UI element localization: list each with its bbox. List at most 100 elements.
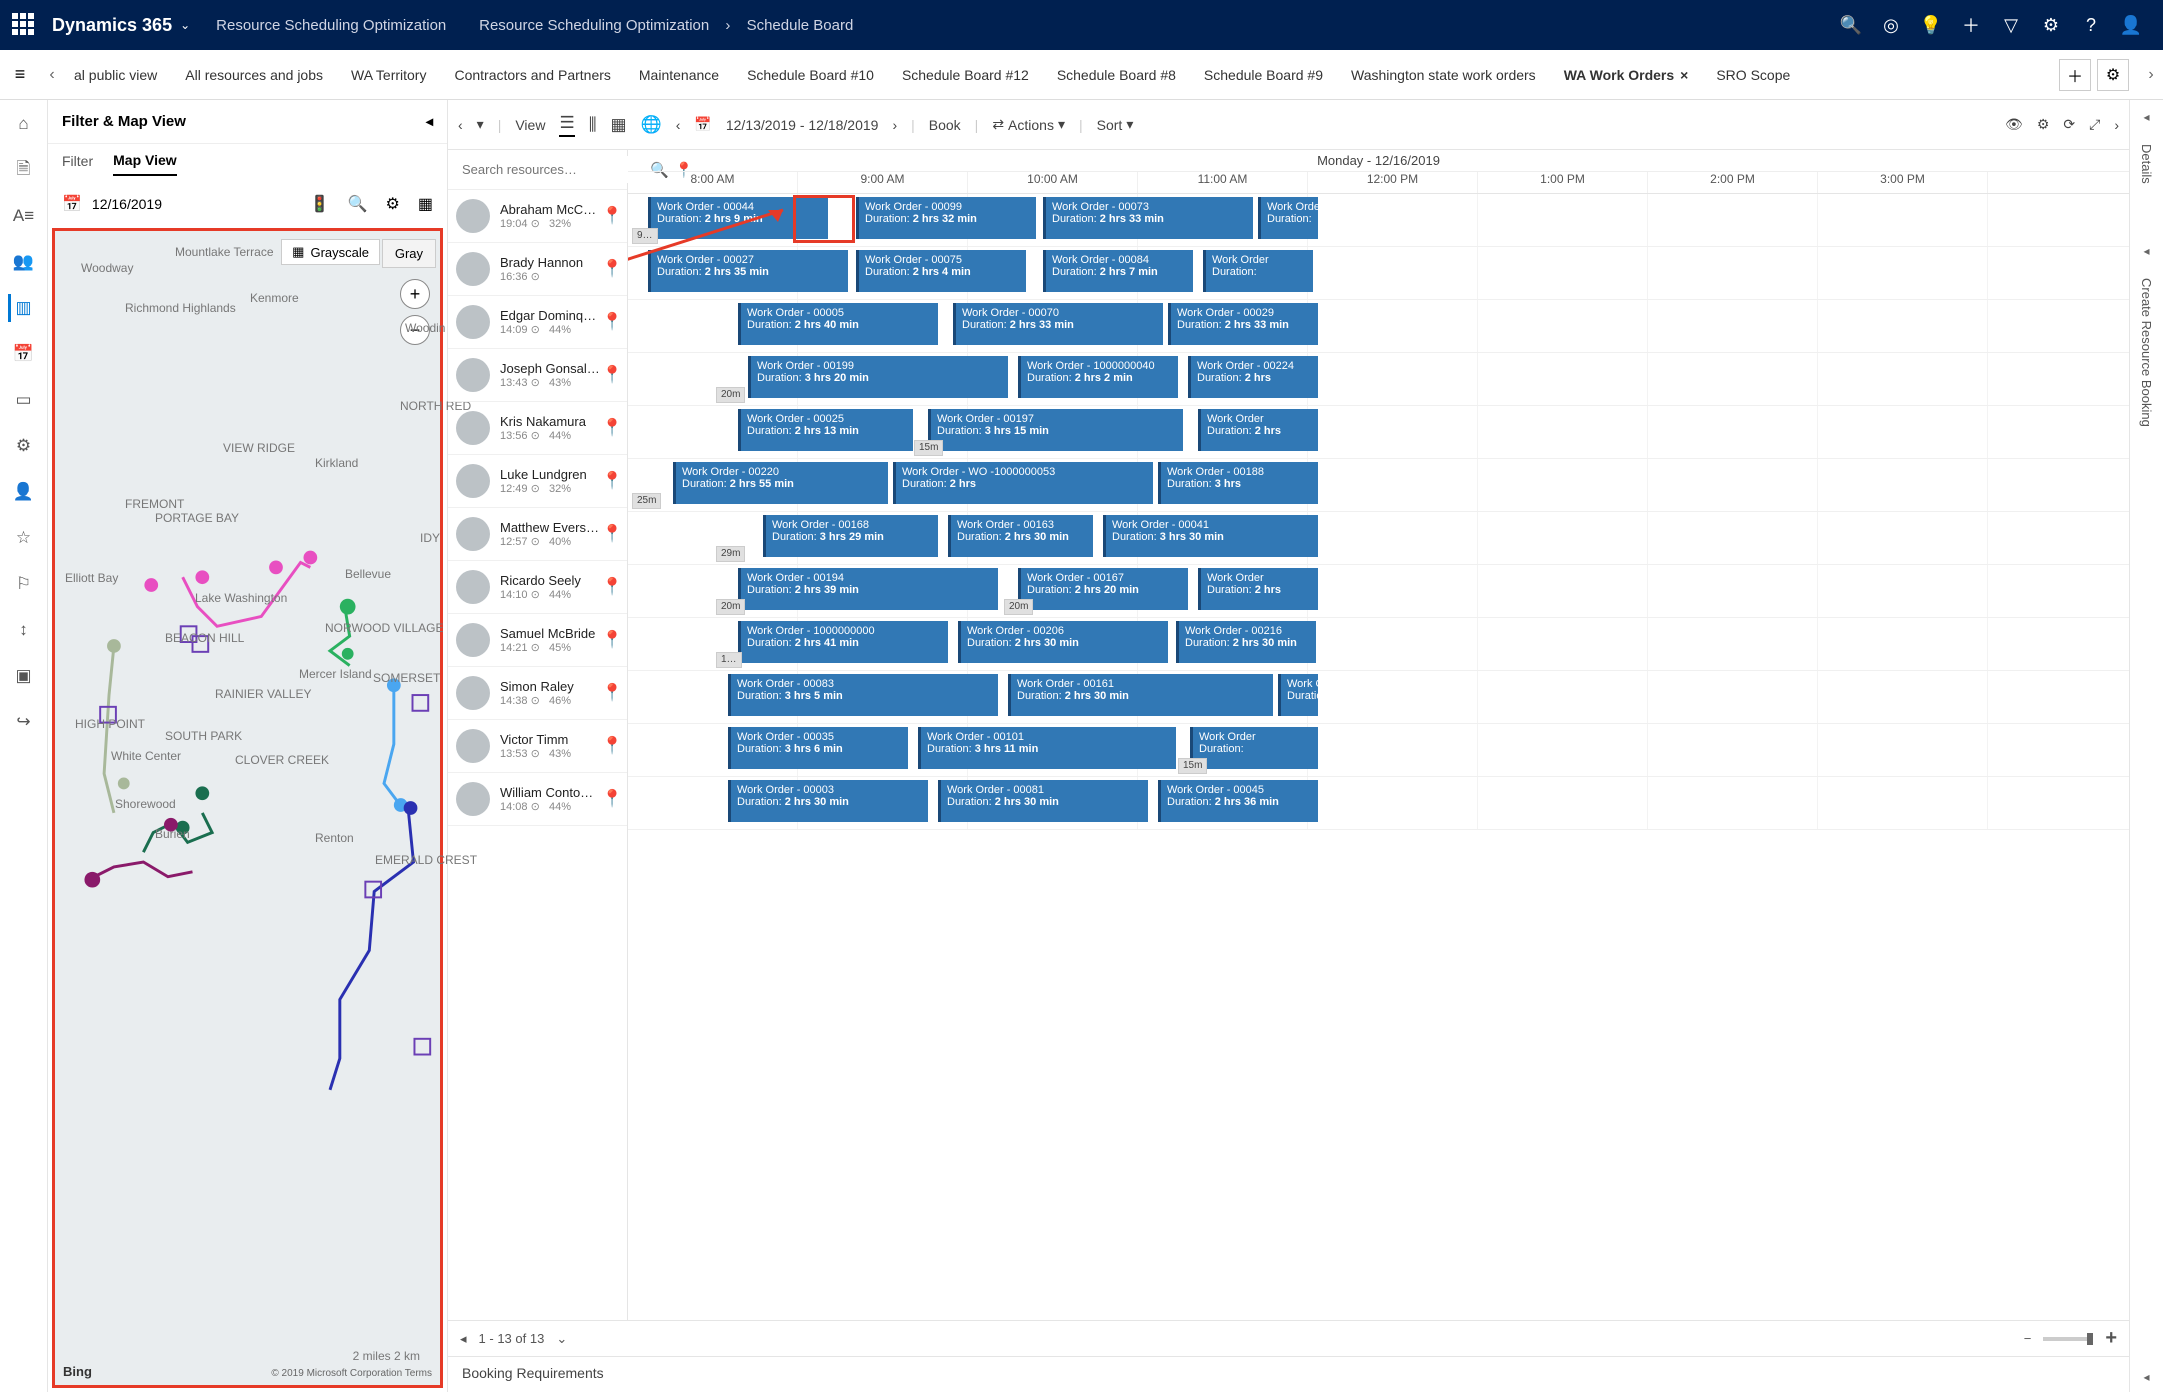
booking-block[interactable]: Work Order - 00041Duration: 3 hrs 30 min bbox=[1103, 515, 1318, 557]
view-grid-icon[interactable]: ▦ bbox=[611, 115, 627, 135]
booking-block[interactable]: Work Order - 00216Duration: 2 hrs 30 min bbox=[1176, 621, 1316, 663]
booking-block[interactable]: Work Order - 00168Duration: 3 hrs 29 min bbox=[763, 515, 938, 557]
resource-row[interactable]: Victor Timm 13:53 ⊙ 43% 📍 bbox=[448, 720, 627, 773]
search-icon[interactable]: 🔍 bbox=[1831, 0, 1871, 50]
booking-block[interactable]: Work Order - 00206Duration: 2 hrs 30 min bbox=[958, 621, 1168, 663]
resource-row[interactable]: Kris Nakamura 13:56 ⊙ 44% 📍 bbox=[448, 402, 627, 455]
create-booking-tab[interactable]: Create Resource Booking bbox=[2139, 278, 2154, 427]
layout-icon[interactable]: ▣ bbox=[10, 662, 38, 690]
account-icon[interactable]: 👤 bbox=[2111, 0, 2151, 50]
booking-block[interactable]: Work Order - 00073Duration: 2 hrs 33 min bbox=[1043, 197, 1253, 239]
zoom-in-button[interactable]: + bbox=[400, 279, 430, 309]
board-tab[interactable]: WA Territory bbox=[351, 63, 426, 87]
date-next-icon[interactable]: › bbox=[892, 117, 897, 133]
board-tab[interactable]: Maintenance bbox=[639, 63, 719, 87]
right-nav-left[interactable]: ◂ bbox=[2143, 1370, 2149, 1384]
filter-tab[interactable]: Filter bbox=[62, 153, 93, 175]
map-view-tab[interactable]: Map View bbox=[113, 152, 177, 176]
calendar-icon[interactable]: 📅 bbox=[62, 194, 82, 214]
view-map-icon[interactable]: 🌐 bbox=[641, 115, 662, 135]
pager-expand-icon[interactable]: ⌄ bbox=[556, 1331, 567, 1347]
booking-block[interactable]: Work Order - 00070Duration: 2 hrs 33 min bbox=[953, 303, 1163, 345]
filter-icon[interactable]: ▽ bbox=[1991, 0, 2031, 50]
date-range[interactable]: 12/13/2019 - 12/18/2019 bbox=[726, 117, 879, 133]
booking-block[interactable]: Work Order - 00084Duration: 2 hrs 7 min bbox=[1043, 250, 1193, 292]
person-icon[interactable]: 👤 bbox=[10, 478, 38, 506]
booking-block[interactable]: Work Order - 00083Duration: 3 hrs 5 min bbox=[728, 674, 998, 716]
add-icon[interactable]: ＋ bbox=[1951, 0, 1991, 50]
tab-scroll-left[interactable]: ‹ bbox=[40, 66, 64, 84]
booking-block[interactable]: Work Order - 1000000000Duration: bbox=[1278, 674, 1318, 716]
visibility-icon[interactable]: 👁 bbox=[2005, 116, 2023, 133]
booking-block[interactable]: Work OrderDuration: bbox=[1190, 727, 1318, 769]
date-calendar-icon[interactable]: 📅 bbox=[694, 116, 711, 133]
recent-icon[interactable]: 🗎 bbox=[10, 156, 38, 184]
board-gear-icon[interactable]: ⚙ bbox=[2037, 116, 2050, 133]
board-tab[interactable]: al public view bbox=[74, 63, 157, 87]
map-canvas[interactable]: ▦ Grayscale Gray + − Mountlake Terrace W… bbox=[52, 228, 443, 1388]
resource-row[interactable]: Ricardo Seely 14:10 ⊙ 44% 📍 bbox=[448, 561, 627, 614]
resource-row[interactable]: Matthew Evers… 12:57 ⊙ 40% 📍 bbox=[448, 508, 627, 561]
resource-search-input[interactable] bbox=[456, 156, 644, 183]
booking-block[interactable]: Work Order - 00199Duration: 3 hrs 20 min bbox=[748, 356, 1008, 398]
booking-block[interactable]: Work Order - 1000000000Duration: 2 hrs 4… bbox=[738, 621, 948, 663]
details-tab[interactable]: Details bbox=[2139, 144, 2154, 184]
board-tab[interactable]: Washington state work orders bbox=[1351, 63, 1536, 87]
tab-scroll-right[interactable]: › bbox=[2139, 66, 2163, 84]
right-collapse-icon[interactable]: ◂ bbox=[2143, 110, 2149, 124]
booking-block[interactable]: Work Order - 00220Duration: 2 hrs 55 min bbox=[673, 462, 888, 504]
map-legend-icon[interactable]: ▦ bbox=[418, 194, 433, 214]
sort-dropdown[interactable]: Sort ▾ bbox=[1097, 116, 1134, 133]
app-launcher-icon[interactable] bbox=[12, 13, 36, 37]
board-tab[interactable]: Contractors and Partners bbox=[454, 63, 610, 87]
date-prev-icon[interactable]: ‹ bbox=[676, 117, 681, 133]
board-tab[interactable]: Schedule Board #8 bbox=[1057, 63, 1176, 87]
resource-row[interactable]: Joseph Gonsal… 13:43 ⊙ 43% 📍 bbox=[448, 349, 627, 402]
schedule-grid[interactable]: Monday - 12/16/2019 8:00 AM9:00 AM10:00 … bbox=[628, 150, 2129, 1320]
booking-block[interactable]: Work Order - 00099Duration: 2 hrs 32 min bbox=[856, 197, 1036, 239]
booking-block[interactable]: Work OrderDuration: 2 hrs bbox=[1198, 568, 1318, 610]
map-settings-icon[interactable]: ⚙ bbox=[386, 194, 400, 214]
board-tab[interactable]: Schedule Board #9 bbox=[1204, 63, 1323, 87]
hamburger-icon[interactable]: ≡ bbox=[0, 64, 40, 85]
booking-block[interactable]: Work Order - 00161Duration: 2 hrs 30 min bbox=[1008, 674, 1273, 716]
booking-block[interactable]: Work Order - 00025Duration: 2 hrs 13 min bbox=[738, 409, 913, 451]
grayscale-toggle[interactable]: ▦ Grayscale bbox=[281, 239, 380, 265]
booking-block[interactable]: Work OrderDuration: bbox=[1258, 197, 1318, 239]
board-tab[interactable]: Schedule Board #10 bbox=[747, 63, 874, 87]
resource-row[interactable]: Samuel McBride 14:21 ⊙ 45% 📍 bbox=[448, 614, 627, 667]
booking-block[interactable]: Work OrderDuration: 2 hrs bbox=[1198, 409, 1318, 451]
people-icon[interactable]: 👥 bbox=[10, 248, 38, 276]
view-hourly-icon[interactable]: ☰ bbox=[559, 113, 574, 137]
book-button[interactable]: Book bbox=[929, 117, 961, 133]
booking-block[interactable]: Work Order - 00044Duration: 2 hrs 9 min bbox=[648, 197, 828, 239]
booking-block[interactable]: Work Order - 00035Duration: 3 hrs 6 min bbox=[728, 727, 908, 769]
close-tab-icon[interactable]: × bbox=[1680, 67, 1688, 83]
board-tab[interactable]: All resources and jobs bbox=[185, 63, 323, 87]
map-date[interactable]: 12/16/2019 bbox=[92, 196, 162, 212]
sort-icon[interactable]: ↕ bbox=[10, 616, 38, 644]
lightbulb-icon[interactable]: 💡 bbox=[1911, 0, 1951, 50]
booking-requirements-panel[interactable]: Booking Requirements bbox=[448, 1356, 2129, 1392]
resource-row[interactable]: Brady Hannon 16:36 ⊙ 📍 bbox=[448, 243, 627, 296]
view-daily-icon[interactable]: ⫼ bbox=[589, 115, 597, 135]
flag-icon[interactable]: ⚐ bbox=[10, 570, 38, 598]
board-settings-button[interactable]: ⚙ bbox=[2097, 59, 2129, 91]
gear-icon[interactable]: ⚙ bbox=[10, 432, 38, 460]
right-collapse-icon-2[interactable]: ◂ bbox=[2143, 244, 2149, 258]
schedule-icon[interactable]: ▥ bbox=[8, 294, 36, 322]
resource-row[interactable]: Abraham McC… 19:04 ⊙ 32% 📍 bbox=[448, 190, 627, 243]
settings-icon[interactable]: ⚙ bbox=[2031, 0, 2071, 50]
board-tab[interactable]: Schedule Board #12 bbox=[902, 63, 1029, 87]
booking-block[interactable]: Work Order - 00167Duration: 2 hrs 20 min bbox=[1018, 568, 1188, 610]
resource-row[interactable]: Luke Lundgren 12:49 ⊙ 32% 📍 bbox=[448, 455, 627, 508]
gray-label[interactable]: Gray bbox=[382, 239, 436, 268]
traffic-icon[interactable]: 🚦 bbox=[310, 194, 330, 214]
home-icon[interactable]: ⌂ bbox=[10, 110, 38, 138]
booking-block[interactable]: Work Order - 00027Duration: 2 hrs 35 min bbox=[648, 250, 848, 292]
zoom-out-icon[interactable]: − bbox=[2024, 1331, 2032, 1346]
map-search-icon[interactable]: 🔍 bbox=[348, 194, 368, 214]
booking-block[interactable]: Work Order - WO -1000000053Duration: 2 h… bbox=[893, 462, 1153, 504]
next-pane-icon[interactable]: › bbox=[2114, 117, 2119, 133]
booking-block[interactable]: Work Order - 00188Duration: 3 hrs bbox=[1158, 462, 1318, 504]
